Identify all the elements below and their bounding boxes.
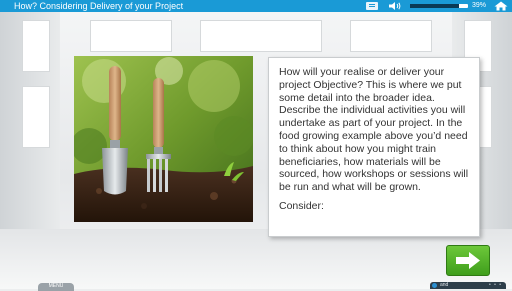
volume-percent: 39% xyxy=(472,2,487,9)
info-icon[interactable] xyxy=(432,283,437,288)
bottom-strip-dots[interactable]: • • • xyxy=(489,282,502,289)
garden-tools-photo xyxy=(74,56,253,222)
background-window xyxy=(350,20,432,52)
body-text: How will your realise or deliver your pr… xyxy=(279,66,469,194)
page-title: How? Considering Delivery of your Projec… xyxy=(14,1,184,11)
volume-slider-fill xyxy=(410,4,460,8)
background-floor xyxy=(0,229,512,289)
consider-label: Consider: xyxy=(279,199,324,212)
bottom-strip: and • • • xyxy=(430,282,506,289)
bottom-strip-label: and xyxy=(440,282,449,288)
background-window xyxy=(200,20,322,52)
home-icon[interactable] xyxy=(494,1,508,11)
next-button[interactable] xyxy=(446,245,490,276)
arrow-right-icon xyxy=(456,252,480,269)
speaker-icon[interactable] xyxy=(388,1,402,11)
background-window xyxy=(22,86,50,148)
top-bar: How? Considering Delivery of your Projec… xyxy=(0,0,512,12)
background-window xyxy=(90,20,172,52)
volume-slider[interactable] xyxy=(410,4,468,8)
content-panel: How will your realise or deliver your pr… xyxy=(268,57,480,237)
menu-tab[interactable]: MENU xyxy=(38,283,74,291)
background-window xyxy=(22,20,50,72)
menu-icon[interactable] xyxy=(366,2,378,10)
